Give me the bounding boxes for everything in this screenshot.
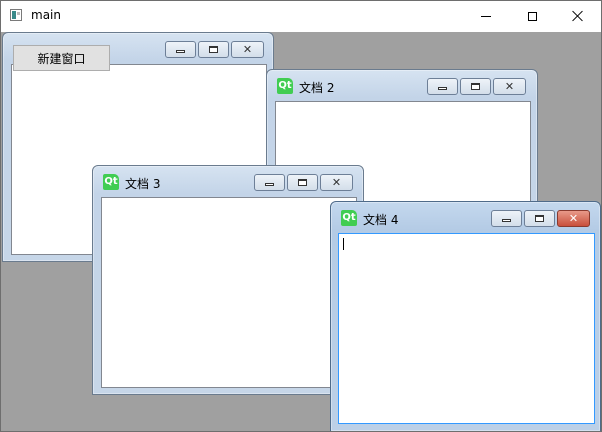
window-app-icon xyxy=(10,9,22,21)
main-titlebar[interactable]: main xyxy=(1,1,601,31)
restore-icon xyxy=(535,215,544,222)
close-button[interactable] xyxy=(555,1,601,31)
close-icon: ✕ xyxy=(242,43,253,56)
restore-icon xyxy=(298,179,307,186)
subwindow-close-button[interactable]: ✕ xyxy=(231,41,264,58)
close-icon: ✕ xyxy=(568,212,579,225)
subwindow-minimize-button[interactable] xyxy=(491,210,522,227)
minimize-icon xyxy=(438,87,447,90)
subwindow-doc-4[interactable]: Qt 文档 4 ✕ xyxy=(330,201,601,431)
window-title: main xyxy=(31,8,61,22)
close-icon: ✕ xyxy=(331,176,342,189)
subwindow-restore-button[interactable] xyxy=(198,41,229,58)
restore-icon xyxy=(209,46,218,53)
qt-logo-icon: Qt xyxy=(277,78,293,94)
subwindow-restore-button[interactable] xyxy=(287,174,318,191)
restore-icon xyxy=(471,83,480,90)
subwindow-minimize-button[interactable] xyxy=(427,78,458,95)
maximize-icon xyxy=(527,11,537,21)
qt-logo-icon: Qt xyxy=(103,174,119,190)
document-editor[interactable] xyxy=(338,233,595,424)
minimize-icon xyxy=(265,183,274,186)
main-window: main ✕ Qt 文档 2 ✕ Qt 文档 3 ✕ Qt 文档 4 ✕ 新建窗… xyxy=(0,0,602,432)
minimize-icon xyxy=(502,219,511,222)
subwindow-title: 文档 4 xyxy=(363,213,399,227)
subwindow-controls: ✕ xyxy=(254,174,353,191)
subwindow-controls: ✕ xyxy=(491,210,590,227)
mdi-area[interactable]: ✕ Qt 文档 2 ✕ Qt 文档 3 ✕ Qt 文档 4 ✕ xyxy=(1,32,601,431)
new-window-button[interactable]: 新建窗口 xyxy=(13,45,110,71)
subwindow-close-button[interactable]: ✕ xyxy=(557,210,590,227)
qt-logo-icon: Qt xyxy=(341,210,357,226)
subwindow-title: 文档 2 xyxy=(299,81,335,95)
close-icon: ✕ xyxy=(504,80,515,93)
subwindow-minimize-button[interactable] xyxy=(165,41,196,58)
subwindow-minimize-button[interactable] xyxy=(254,174,285,191)
subwindow-title: 文档 3 xyxy=(125,177,161,191)
minimize-icon xyxy=(176,50,185,53)
subwindow-controls: ✕ xyxy=(427,78,526,95)
subwindow-close-button[interactable]: ✕ xyxy=(493,78,526,95)
subwindow-doc-3[interactable]: Qt 文档 3 ✕ xyxy=(92,165,364,395)
document-editor[interactable] xyxy=(101,197,357,388)
close-icon xyxy=(572,10,584,22)
minimize-button[interactable] xyxy=(463,1,509,31)
text-caret xyxy=(343,238,344,250)
minimize-icon xyxy=(481,15,491,17)
subwindow-restore-button[interactable] xyxy=(524,210,555,227)
subwindow-restore-button[interactable] xyxy=(460,78,491,95)
subwindow-controls: ✕ xyxy=(165,41,264,58)
subwindow-close-button[interactable]: ✕ xyxy=(320,174,353,191)
maximize-button[interactable] xyxy=(509,1,555,31)
